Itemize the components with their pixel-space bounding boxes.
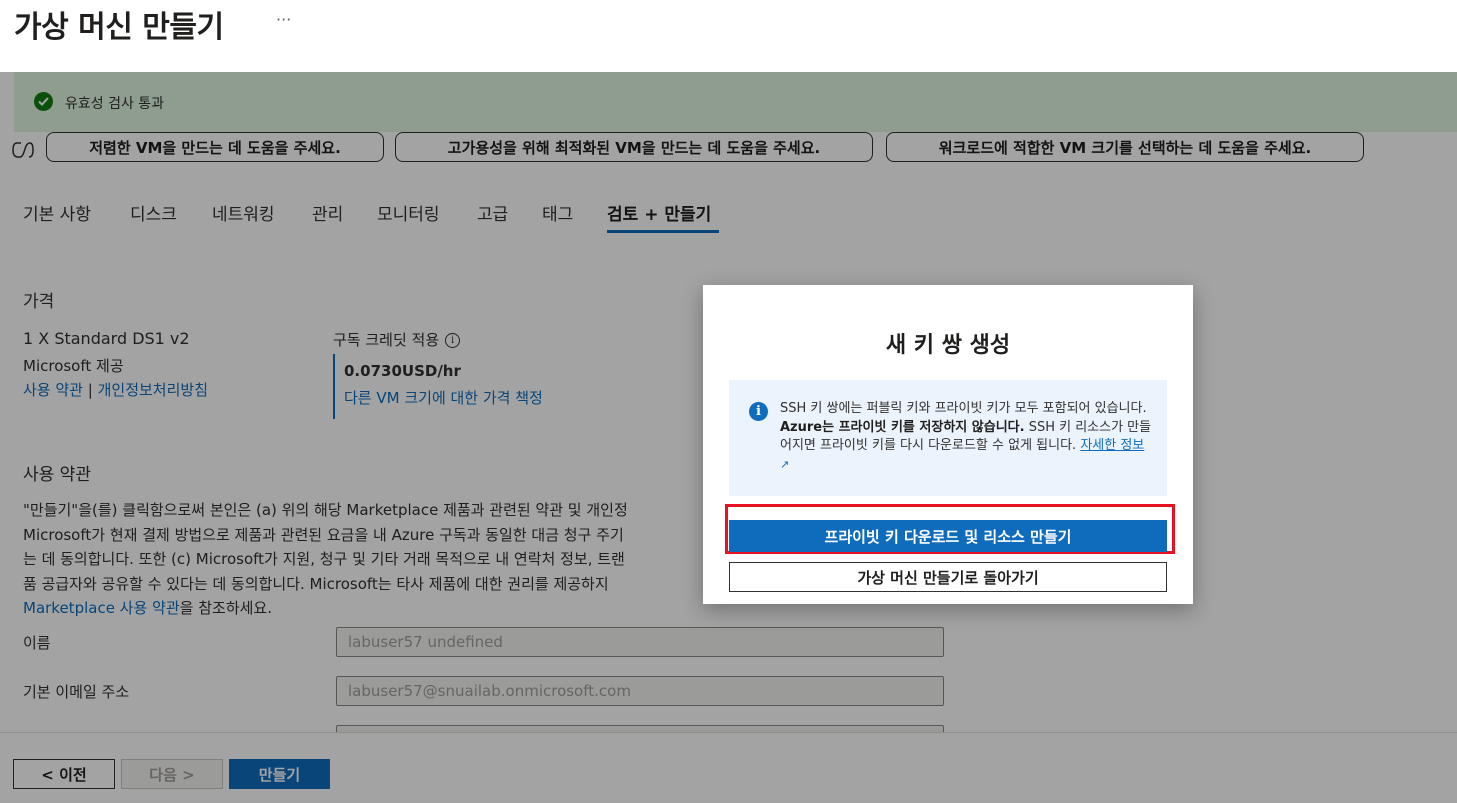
download-private-key-button[interactable]: 프라이빗 키 다운로드 및 리소스 만들기	[729, 520, 1167, 552]
generate-key-pair-dialog: 새 키 쌍 생성 i SSH 키 쌍에는 퍼블릭 키와 프라이빗 키가 모두 포…	[703, 285, 1193, 604]
info-message: SSH 키 쌍에는 퍼블릭 키와 프라이빗 키가 모두 포함되어 있습니다. A…	[780, 400, 1152, 474]
dialog-title: 새 키 쌍 생성	[885, 333, 1011, 358]
page-header: 가상 머신 만들기 ···	[0, 0, 1457, 72]
page-title: 가상 머신 만들기	[14, 10, 224, 45]
info-text-bold: Azure는 프라이빗 키를 저장하지 않습니다.	[780, 419, 1025, 435]
info-message-box: i SSH 키 쌍에는 퍼블릭 키와 프라이빗 키가 모두 포함되어 있습니다.…	[729, 380, 1167, 496]
info-text-part1: SSH 키 쌍에는 퍼블릭 키와 프라이빗 키가 모두 포함되어 있습니다.	[780, 401, 1147, 416]
external-link-icon: ↗	[780, 457, 790, 471]
more-options-button[interactable]: ···	[276, 10, 291, 29]
info-icon: i	[749, 402, 768, 421]
learn-more-link[interactable]: 자세한 정보	[1080, 438, 1144, 453]
return-to-create-vm-button[interactable]: 가상 머신 만들기로 돌아가기	[729, 562, 1167, 592]
